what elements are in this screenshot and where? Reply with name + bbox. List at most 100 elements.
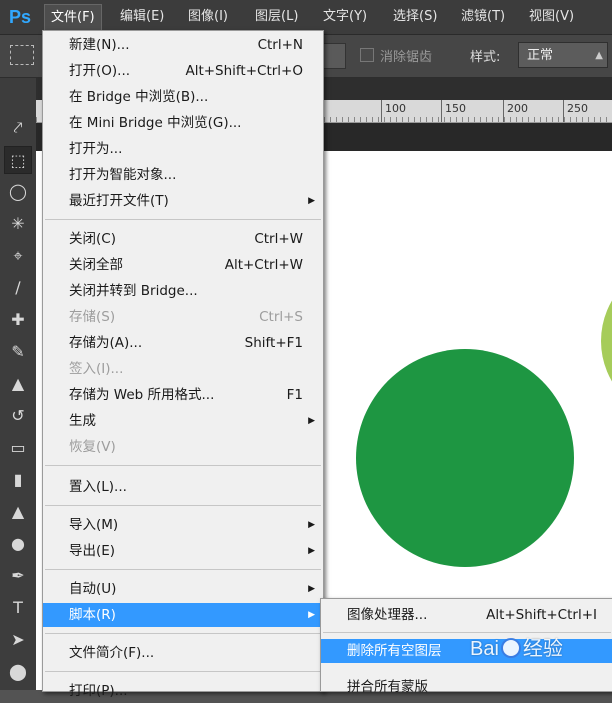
shortcut-label: F1 — [286, 387, 303, 403]
menu-item-label: 导入(M) — [69, 517, 119, 533]
style-label: 样式: — [470, 50, 501, 65]
menu-separator — [45, 219, 321, 220]
ellipse-tool-icon[interactable]: ⬤ — [4, 658, 32, 686]
photoshop-logo: Ps — [8, 7, 32, 27]
shortcut-label: Ctrl+N — [257, 37, 303, 53]
paw-logo-icon — [500, 638, 521, 658]
menu-item-recent-files[interactable]: 最近打开文件(T) ▶ — [43, 189, 323, 213]
history-brush-tool-icon[interactable]: ↺ — [4, 402, 32, 430]
menu-item-open-as[interactable]: 打开为... — [43, 137, 323, 161]
ruler-tick — [563, 100, 564, 122]
pen-tool-icon[interactable]: ✒ — [4, 562, 32, 590]
shortcut-label: Ctrl+W — [254, 231, 303, 247]
marquee-preset-icon[interactable] — [10, 45, 34, 65]
menu-separator — [45, 465, 321, 466]
menu-item-label: 恢复(V) — [69, 439, 116, 455]
menu-view[interactable]: 视图(V) — [523, 4, 580, 30]
menu-item-label: 存储为 Web 所用格式... — [69, 387, 215, 403]
menu-item-label: 存储(S) — [69, 309, 116, 325]
submenu-item-image-processor[interactable]: 图像处理器... Alt+Shift+Ctrl+I — [321, 603, 612, 627]
menu-separator — [45, 671, 321, 672]
menu-file[interactable]: 文件(F) — [44, 4, 102, 32]
menu-separator — [45, 569, 321, 570]
menu-item-export[interactable]: 导出(E) ▶ — [43, 539, 323, 563]
menu-item-label: 打印(P)... — [69, 683, 128, 699]
marquee-tool-icon[interactable]: ⬚ — [4, 146, 32, 174]
antialias-label: 消除锯齿 — [380, 50, 433, 65]
antialias-checkbox[interactable] — [360, 48, 374, 62]
menu-item-new[interactable]: 新建(N)... Ctrl+N — [43, 33, 323, 57]
menu-item-close-goto-bridge[interactable]: 关闭并转到 Bridge... — [43, 279, 323, 303]
menu-item-close-all[interactable]: 关闭全部 Alt+Ctrl+W — [43, 253, 323, 277]
menu-item-file-info[interactable]: 文件简介(F)... — [43, 641, 323, 665]
chevron-down-icon: ▲ — [595, 50, 603, 61]
ruler-tick — [381, 100, 382, 122]
baidu-jingyan-watermark: Bai 经验 — [470, 632, 610, 666]
type-tool-icon[interactable]: T — [4, 594, 32, 622]
ruler-label-250: 250 — [567, 102, 588, 115]
style-select-value: 正常 — [527, 48, 554, 63]
crop-tool-icon[interactable]: ⌖ — [4, 242, 32, 270]
menu-filter[interactable]: 滤镜(T) — [455, 4, 511, 30]
brush-tool-icon[interactable]: ✎ — [4, 338, 32, 366]
menu-item-revert: 恢复(V) — [43, 435, 323, 459]
menu-item-label: 最近打开文件(T) — [69, 193, 169, 209]
menu-item-save-as[interactable]: 存储为(A)... Shift+F1 — [43, 331, 323, 355]
menu-separator — [45, 505, 321, 506]
menu-item-save-for-web[interactable]: 存储为 Web 所用格式... F1 — [43, 383, 323, 407]
menu-item-save: 存储(S) Ctrl+S — [43, 305, 323, 329]
menu-item-label: 关闭全部 — [69, 257, 123, 273]
submenu-arrow-icon: ▶ — [308, 584, 315, 594]
move-tool-icon[interactable]: ⤤ — [4, 114, 32, 142]
menu-item-print[interactable]: 打印(P)... — [43, 679, 323, 703]
menu-item-import[interactable]: 导入(M) ▶ — [43, 513, 323, 537]
menu-item-label: 拼合所有蒙版 — [347, 679, 428, 695]
submenu-arrow-icon: ▶ — [308, 520, 315, 530]
green-circle-shape[interactable] — [356, 349, 574, 567]
eyedropper-tool-icon[interactable]: ∕ — [4, 274, 32, 302]
menu-item-place[interactable]: 置入(L)... — [43, 475, 323, 499]
menu-item-label: 存储为(A)... — [69, 335, 143, 351]
menu-item-automate[interactable]: 自动(U) ▶ — [43, 577, 323, 601]
menu-item-generate[interactable]: 生成 ▶ — [43, 409, 323, 433]
menu-item-scripts[interactable]: 脚本(R) ▶ — [43, 603, 323, 627]
menu-item-browse-mini-bridge[interactable]: 在 Mini Bridge 中浏览(G)... — [43, 111, 323, 135]
gradient-tool-icon[interactable]: ▮ — [4, 466, 32, 494]
menu-item-browse-bridge[interactable]: 在 Bridge 中浏览(B)... — [43, 85, 323, 109]
clone-stamp-tool-icon[interactable]: ▲ — [4, 370, 32, 398]
lasso-tool-icon[interactable]: ◯ — [4, 178, 32, 206]
path-selection-tool-icon[interactable]: ➤ — [4, 626, 32, 654]
menu-item-label: 在 Bridge 中浏览(B)... — [69, 89, 209, 105]
eraser-tool-icon[interactable]: ▭ — [4, 434, 32, 462]
menu-item-label: 删除所有空图层 — [347, 643, 442, 659]
menu-item-check-in: 签入(I)... — [43, 357, 323, 381]
ruler-label-150: 150 — [445, 102, 466, 115]
shortcut-label: Alt+Shift+Ctrl+O — [185, 63, 303, 79]
watermark-text: 经验 — [522, 638, 563, 660]
submenu-item-flatten-masks[interactable]: 拼合所有蒙版 — [321, 675, 612, 699]
magic-wand-tool-icon[interactable]: ✳ — [4, 210, 32, 238]
menu-item-label: 图像处理器... — [347, 607, 428, 623]
feather-input[interactable] — [322, 43, 346, 69]
shortcut-label: Ctrl+S — [259, 309, 303, 325]
style-select[interactable]: 正常 ▲ — [518, 42, 608, 68]
menu-item-open[interactable]: 打开(O)... Alt+Shift+Ctrl+O — [43, 59, 323, 83]
menu-item-label: 打开(O)... — [69, 63, 131, 79]
light-green-circle-shape[interactable] — [601, 261, 612, 421]
menu-layer[interactable]: 图层(L) — [249, 4, 304, 30]
menu-edit[interactable]: 编辑(E) — [114, 4, 170, 30]
ruler-label-200: 200 — [507, 102, 528, 115]
blur-tool-icon[interactable]: ▲ — [4, 498, 32, 526]
menu-item-label: 自动(U) — [69, 581, 117, 597]
menu-select[interactable]: 选择(S) — [387, 4, 443, 30]
dodge-tool-icon[interactable]: ● — [4, 530, 32, 558]
menu-item-label: 在 Mini Bridge 中浏览(G)... — [69, 115, 242, 131]
menu-item-label: 打开为... — [69, 141, 123, 157]
menu-item-label: 置入(L)... — [69, 479, 127, 495]
menu-image[interactable]: 图像(I) — [182, 4, 234, 30]
menu-type[interactable]: 文字(Y) — [317, 4, 373, 30]
menu-item-close[interactable]: 关闭(C) Ctrl+W — [43, 227, 323, 251]
healing-brush-tool-icon[interactable]: ✚ — [4, 306, 32, 334]
menu-item-label: 签入(I)... — [69, 361, 124, 377]
menu-item-open-smart-object[interactable]: 打开为智能对象... — [43, 163, 323, 187]
